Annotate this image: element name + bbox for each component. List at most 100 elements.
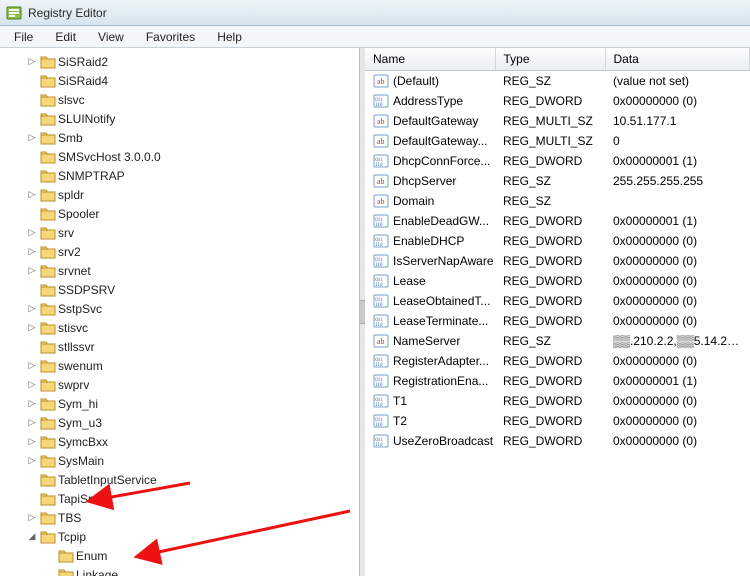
tree-item[interactable]: ▷ Smb: [2, 128, 359, 147]
tree-item[interactable]: ▷ SysMain: [2, 451, 359, 470]
tree-item[interactable]: ▷swenum: [2, 356, 359, 375]
expand-icon[interactable]: ▷: [26, 303, 38, 315]
table-row[interactable]: UseZeroBroadcastREG_DWORD0x00000000 (0): [365, 431, 750, 451]
tree-item[interactable]: ▷srvnet: [2, 261, 359, 280]
binary-value-icon: [373, 213, 389, 229]
table-row[interactable]: IsServerNapAwareREG_DWORD0x00000000 (0): [365, 251, 750, 271]
tree-item[interactable]: ▷Linkage: [2, 565, 359, 576]
tree-item[interactable]: ▷Enum: [2, 546, 359, 565]
value-name: (Default): [393, 74, 439, 88]
tree-item-label: Enum: [76, 549, 107, 563]
value-type: REG_DWORD: [495, 231, 605, 251]
table-row[interactable]: EnableDeadGW...REG_DWORD0x00000001 (1): [365, 211, 750, 231]
tree-item[interactable]: ▷srv2: [2, 242, 359, 261]
value-type: REG_DWORD: [495, 91, 605, 111]
tree-item[interactable]: ▷Sym_hi: [2, 394, 359, 413]
tree-item[interactable]: ▷srv: [2, 223, 359, 242]
expand-icon[interactable]: ▷: [26, 398, 38, 410]
tree-item-label: spldr: [58, 188, 84, 202]
tree-item[interactable]: ▷SymcBxx: [2, 432, 359, 451]
value-data: 0: [605, 131, 750, 151]
expand-icon[interactable]: ▷: [26, 512, 38, 524]
folder-icon: [40, 73, 56, 89]
tree-item[interactable]: ▷TabletInputService: [2, 470, 359, 489]
table-row[interactable]: (Default)REG_SZ(value not set): [365, 71, 750, 92]
tree-item[interactable]: ▷ SiSRaid2: [2, 52, 359, 71]
tree-item-label: SysMain: [58, 454, 104, 468]
expand-icon[interactable]: ▷: [26, 322, 38, 334]
tree-item[interactable]: ▷TapiSrv: [2, 489, 359, 508]
value-type: REG_DWORD: [495, 211, 605, 231]
tree-item[interactable]: ▷SiSRaid4: [2, 71, 359, 90]
menu-view[interactable]: View: [88, 28, 134, 46]
splitter[interactable]: [360, 48, 365, 576]
col-data[interactable]: Data: [605, 48, 750, 71]
expand-icon[interactable]: ▷: [26, 455, 38, 467]
expand-icon[interactable]: ▷: [26, 379, 38, 391]
expand-icon[interactable]: ▷: [26, 132, 38, 144]
table-row[interactable]: NameServerREG_SZ▒▒.210.2.2,▒▒5.14.239.2: [365, 331, 750, 351]
menu-favorites[interactable]: Favorites: [136, 28, 205, 46]
tree-item[interactable]: ▷Spooler: [2, 204, 359, 223]
table-row[interactable]: EnableDHCPREG_DWORD0x00000000 (0): [365, 231, 750, 251]
tree-item[interactable]: ◢Tcpip: [2, 527, 359, 546]
menu-help[interactable]: Help: [207, 28, 252, 46]
table-row[interactable]: LeaseTerminate...REG_DWORD0x00000000 (0): [365, 311, 750, 331]
value-data: 0x00000000 (0): [605, 251, 750, 271]
menu-edit[interactable]: Edit: [45, 28, 86, 46]
table-row[interactable]: DefaultGateway...REG_MULTI_SZ0: [365, 131, 750, 151]
expand-icon[interactable]: ▷: [26, 227, 38, 239]
table-row[interactable]: RegisterAdapter...REG_DWORD0x00000000 (0…: [365, 351, 750, 371]
tree-item-label: SiSRaid4: [58, 74, 108, 88]
tree-item[interactable]: ▷TBS: [2, 508, 359, 527]
value-type: REG_SZ: [495, 171, 605, 191]
value-data: 0x00000001 (1): [605, 371, 750, 391]
binary-value-icon: [373, 273, 389, 289]
tree-item-label: Smb: [58, 131, 83, 145]
menu-file[interactable]: File: [4, 28, 43, 46]
expand-icon[interactable]: ▷: [26, 417, 38, 429]
expand-icon[interactable]: ▷: [26, 265, 38, 277]
tree-item[interactable]: ▷SLUINotify: [2, 109, 359, 128]
table-row[interactable]: DefaultGatewayREG_MULTI_SZ10.51.177.1: [365, 111, 750, 131]
table-row[interactable]: LeaseREG_DWORD0x00000000 (0): [365, 271, 750, 291]
tree-item[interactable]: ▷SMSvcHost 3.0.0.0: [2, 147, 359, 166]
value-data: [605, 191, 750, 211]
tree-pane[interactable]: ▷SiSRaid2▷SiSRaid4▷slsvc▷SLUINotify▷Smb▷…: [0, 48, 360, 576]
expand-icon[interactable]: ▷: [26, 189, 38, 201]
table-row[interactable]: DhcpServerREG_SZ255.255.255.255: [365, 171, 750, 191]
col-type[interactable]: Type: [495, 48, 605, 71]
tree-item[interactable]: ▷Sym_u3: [2, 413, 359, 432]
tree-item[interactable]: ▷stllssvr: [2, 337, 359, 356]
value-name: IsServerNapAware: [393, 254, 494, 268]
col-name[interactable]: Name: [365, 48, 495, 71]
list-pane[interactable]: Name Type Data (Default)REG_SZ(value not…: [365, 48, 750, 576]
folder-icon: [40, 225, 56, 241]
window-title: Registry Editor: [28, 6, 107, 20]
expand-icon[interactable]: ▷: [26, 56, 38, 68]
table-row[interactable]: DomainREG_SZ: [365, 191, 750, 211]
tree-item-label: Spooler: [58, 207, 99, 221]
tree-item[interactable]: ▷ spldr: [2, 185, 359, 204]
table-row[interactable]: DhcpConnForce...REG_DWORD0x00000001 (1): [365, 151, 750, 171]
expand-icon[interactable]: ▷: [26, 360, 38, 372]
tree-item[interactable]: ▷slsvc: [2, 90, 359, 109]
collapse-icon[interactable]: ◢: [26, 531, 38, 543]
binary-value-icon: [373, 153, 389, 169]
table-row[interactable]: LeaseObtainedT...REG_DWORD0x00000000 (0): [365, 291, 750, 311]
folder-icon: [40, 377, 56, 393]
expand-icon[interactable]: ▷: [26, 246, 38, 258]
tree-item[interactable]: ▷stisvc: [2, 318, 359, 337]
tree-item[interactable]: ▷swprv: [2, 375, 359, 394]
table-row[interactable]: T1REG_DWORD0x00000000 (0): [365, 391, 750, 411]
table-row[interactable]: T2REG_DWORD0x00000000 (0): [365, 411, 750, 431]
folder-icon: [40, 244, 56, 260]
tree-item[interactable]: ▷SstpSvc: [2, 299, 359, 318]
tree-item-label: SiSRaid2: [58, 55, 108, 69]
table-row[interactable]: AddressTypeREG_DWORD0x00000000 (0): [365, 91, 750, 111]
expand-icon[interactable]: ▷: [26, 436, 38, 448]
tree-item[interactable]: ▷SNMPTRAP: [2, 166, 359, 185]
table-row[interactable]: RegistrationEna...REG_DWORD0x00000001 (1…: [365, 371, 750, 391]
binary-value-icon: [373, 293, 389, 309]
tree-item[interactable]: ▷SSDPSRV: [2, 280, 359, 299]
